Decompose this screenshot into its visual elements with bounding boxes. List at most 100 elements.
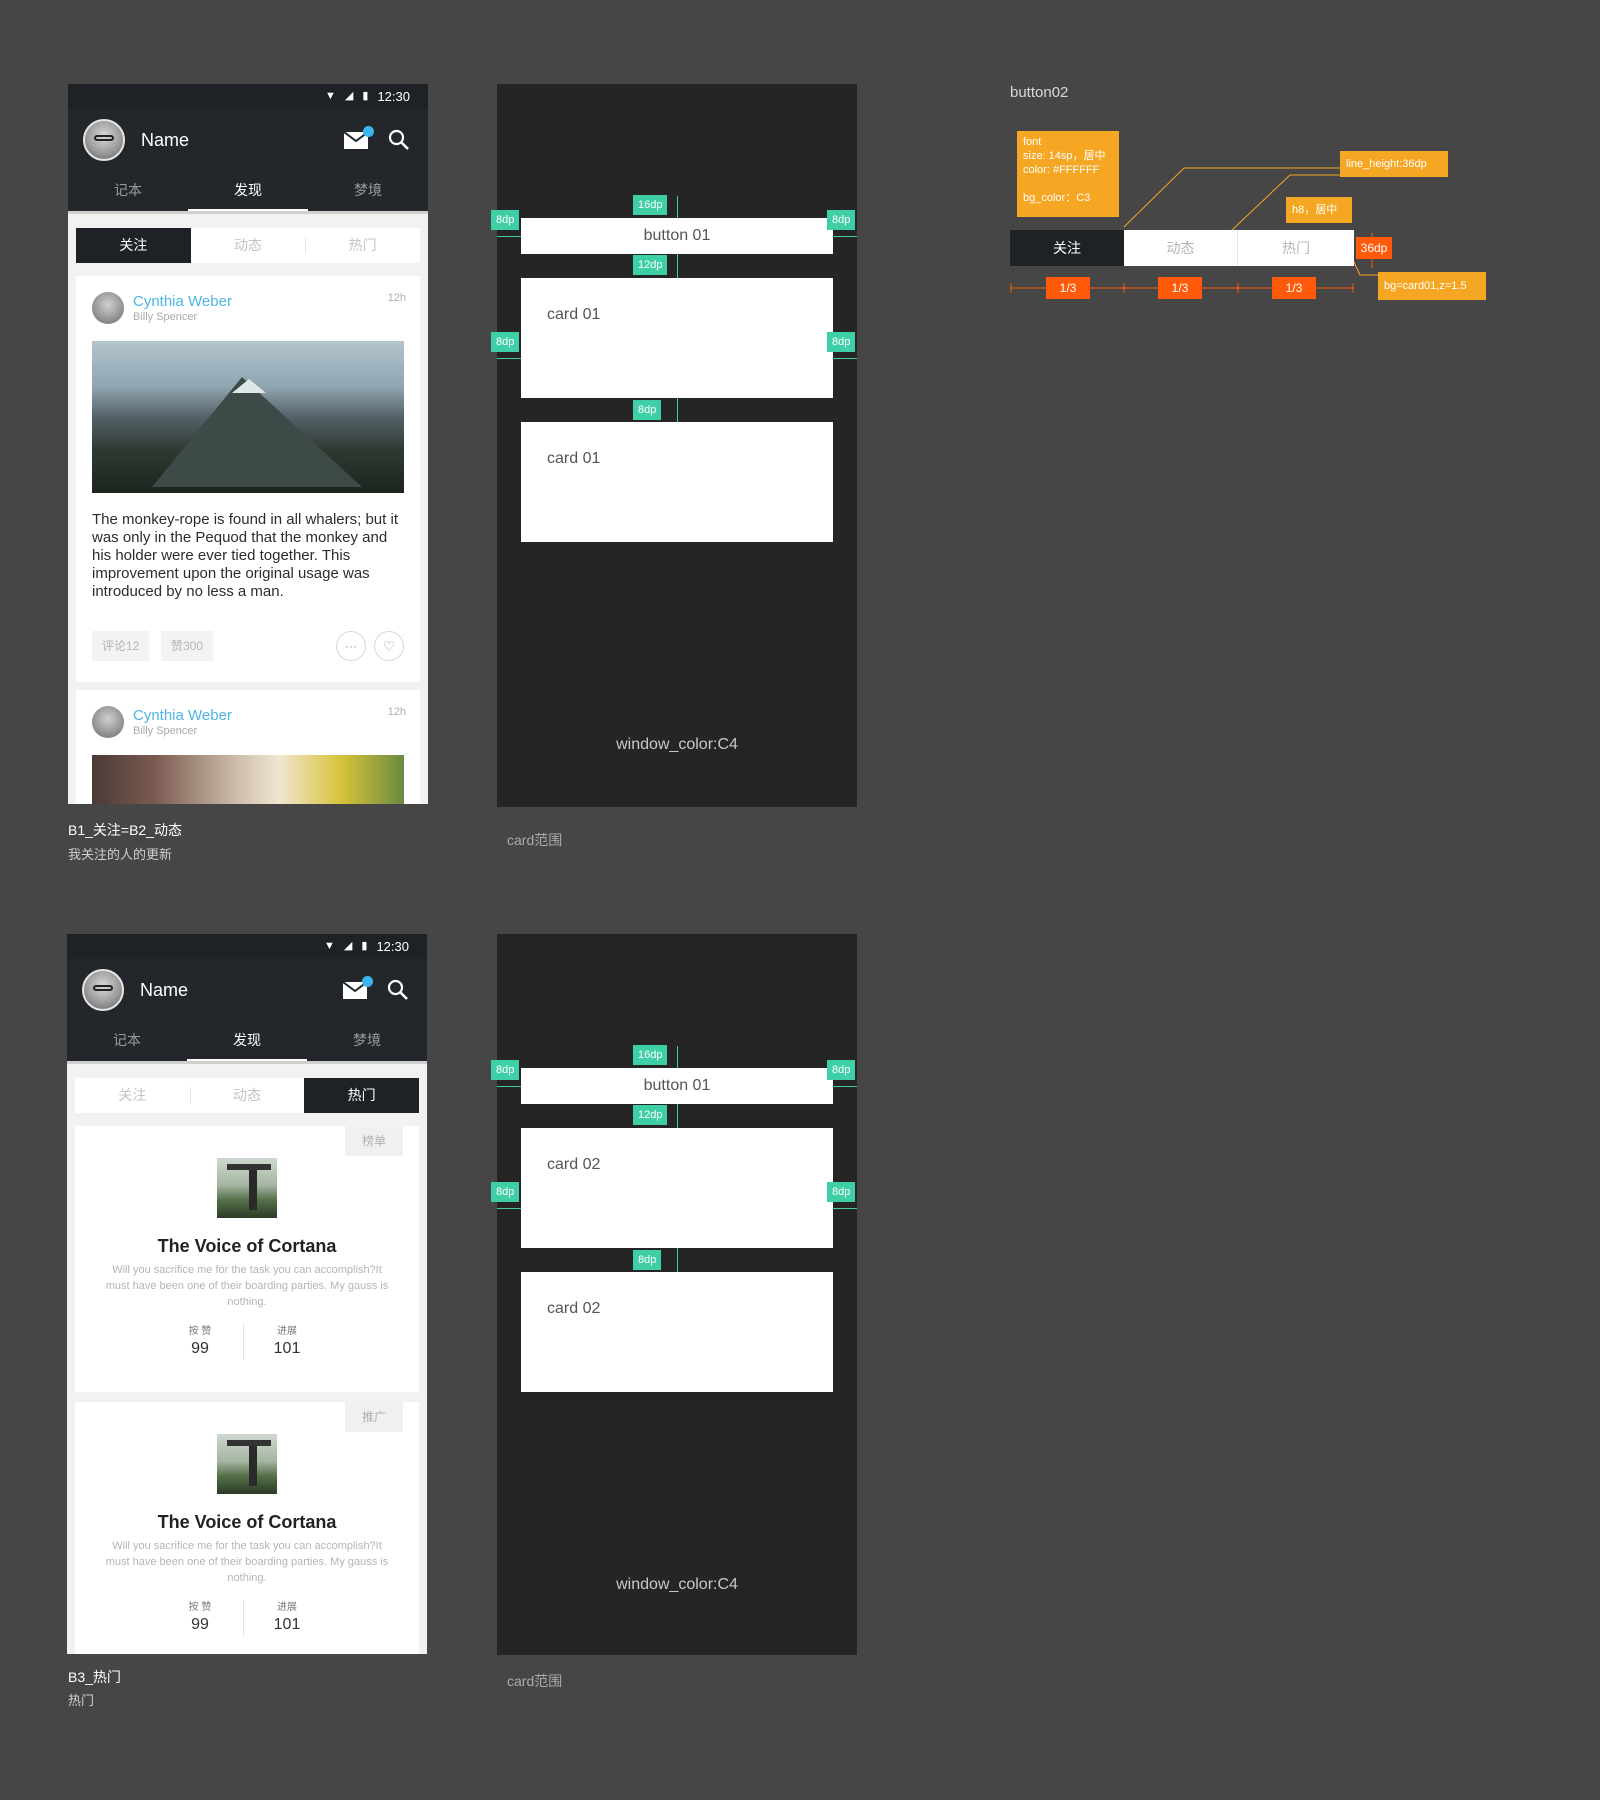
- post-card[interactable]: Cynthia Weber Billy Spencer 12h The monk…: [76, 276, 420, 682]
- post-time: 12h: [387, 706, 406, 718]
- avatar[interactable]: [83, 119, 125, 161]
- spacing-line: [833, 1086, 857, 1087]
- search-icon[interactable]: [388, 129, 410, 151]
- spacing-tag-top: 16dp: [633, 195, 668, 215]
- height-note: 36dp: [1356, 237, 1392, 259]
- spacing-line: [833, 236, 857, 237]
- spacing-line: [497, 1208, 521, 1209]
- tab-dream[interactable]: 梦境: [308, 171, 428, 211]
- stat-progress-label: 进展: [277, 1326, 297, 1337]
- notification-dot: [362, 975, 373, 987]
- comments-button[interactable]: 评论12: [92, 631, 150, 661]
- post-image-flowers[interactable]: [92, 755, 404, 804]
- spacing-tag-right: 8dp: [827, 1060, 856, 1080]
- subtab-follow[interactable]: 关注: [76, 228, 191, 263]
- likes-button[interactable]: 赞300: [161, 631, 214, 661]
- spacing-tag-left: 8dp: [491, 1060, 520, 1080]
- mail-icon[interactable]: [344, 125, 374, 149]
- heart-icon[interactable]: ♡: [374, 631, 404, 661]
- phone-screen-hot: ▼ ◢ ▮ 12:30 Name 记本 发现 梦境 关注 动态 热门 榜单 Th…: [67, 934, 427, 1654]
- line-height-note: line_height:36dp: [1340, 151, 1448, 177]
- subtab-activity[interactable]: 动态: [189, 1078, 305, 1113]
- more-icon[interactable]: ···: [336, 631, 366, 661]
- spacing-line: [677, 1104, 678, 1128]
- button02-seg-hot[interactable]: 热门: [1238, 230, 1354, 266]
- spec-card: card 02: [521, 1128, 833, 1248]
- app-bar: Name: [68, 109, 428, 171]
- signal-icon: ◢: [343, 940, 353, 952]
- card-tag[interactable]: 推广: [345, 1402, 403, 1432]
- screen1-caption-sub: 我关注的人的更新: [68, 847, 173, 862]
- button02-seg-activity[interactable]: 动态: [1124, 230, 1238, 266]
- subtab-activity[interactable]: 动态: [191, 228, 306, 263]
- bg-note: bg=card01,z=1.5: [1378, 272, 1486, 300]
- tab-indicator: [188, 209, 308, 211]
- tab-discover[interactable]: 发现: [187, 1021, 307, 1061]
- post-image-mountain[interactable]: [92, 341, 404, 493]
- spacing-line: [677, 196, 678, 218]
- search-icon[interactable]: [387, 979, 409, 1001]
- author-avatar[interactable]: [92, 706, 124, 738]
- post-time: 12h: [387, 292, 406, 304]
- card-tag[interactable]: 榜单: [345, 1126, 403, 1156]
- battery-icon: ▮: [362, 90, 369, 102]
- button02-seg-follow[interactable]: 关注: [1010, 230, 1124, 266]
- wifi-icon: ▼: [324, 940, 335, 952]
- post-card[interactable]: Cynthia Weber Billy Spencer 12h: [76, 690, 420, 804]
- spacing-line: [497, 236, 521, 237]
- hot-card[interactable]: 推广 The Voice of Cortana Will you sacrifi…: [75, 1402, 419, 1654]
- post-text: The monkey-rope is found in all whalers;…: [92, 511, 398, 600]
- subtab-follow[interactable]: 关注: [75, 1078, 190, 1113]
- font-note-line: font: [1023, 136, 1042, 148]
- user-name: Name: [141, 129, 190, 150]
- mail-icon[interactable]: [343, 975, 373, 999]
- subtab-hot[interactable]: 热门: [305, 228, 420, 263]
- battery-icon: ▮: [361, 940, 368, 952]
- author-name[interactable]: Cynthia Weber: [133, 293, 232, 310]
- spacing-tag-top: 16dp: [633, 1045, 668, 1065]
- author-name[interactable]: Cynthia Weber: [133, 707, 232, 724]
- author-avatar[interactable]: [92, 292, 124, 324]
- status-bar: ▼ ◢ ▮ 12:30: [67, 934, 427, 959]
- tab-notebook[interactable]: 记本: [67, 1021, 187, 1061]
- card-thumbnail[interactable]: [217, 1158, 277, 1218]
- subtab-hot[interactable]: 热门: [304, 1078, 420, 1113]
- fraction-label: 1/3: [1046, 277, 1090, 299]
- spacing-tag-card-card: 8dp: [633, 1250, 662, 1270]
- spacing-tag-right: 8dp: [827, 332, 856, 352]
- card-description: Will you sacrifice me for the task you c…: [105, 1540, 389, 1584]
- spacing-line: [497, 358, 521, 359]
- tab-dream[interactable]: 梦境: [307, 1021, 427, 1061]
- window-color-label: window_color:C4: [616, 1576, 738, 1593]
- spacing-tag-card-card: 8dp: [633, 400, 662, 420]
- stat-progress-value: 101: [273, 1616, 301, 1633]
- window-color-label: window_color:C4: [616, 736, 738, 753]
- stat-progress-value: 101: [273, 1340, 301, 1357]
- main-tabs: 记本 发现 梦境: [68, 171, 428, 214]
- spec-panel-card-range: button 01 card 02 card 02 16dp 12dp 8dp …: [491, 934, 857, 1655]
- stat-likes-label: 按 赞: [188, 1602, 212, 1613]
- author-sub: Billy Spencer: [133, 725, 198, 737]
- sub-tabs: 关注 动态 热门: [75, 1078, 420, 1113]
- status-bar: ▼ ◢ ▮ 12:30: [68, 84, 428, 109]
- spacing-tag-right: 8dp: [827, 1182, 856, 1202]
- tab-discover[interactable]: 发现: [188, 171, 308, 211]
- spec-button: button 01: [521, 1068, 833, 1104]
- h8-note: h8，居中: [1286, 197, 1352, 223]
- font-note-line: size: 14sp，居中: [1023, 150, 1106, 162]
- spacing-tag-left: 8dp: [491, 332, 520, 352]
- screen1-caption-title: B1_关注=B2_动态: [68, 822, 182, 838]
- screen2-caption-sub: 热门: [68, 1693, 95, 1708]
- spacing-line: [833, 1208, 857, 1209]
- card-thumbnail[interactable]: [217, 1434, 277, 1494]
- avatar[interactable]: [82, 969, 124, 1011]
- main-tabs: 记本 发现 梦境: [67, 1021, 427, 1064]
- spacing-tag-button-card: 12dp: [633, 255, 668, 275]
- spacing-tag-left: 8dp: [491, 210, 520, 230]
- sub-tabs: 关注 动态 热门: [76, 228, 420, 263]
- tab-notebook[interactable]: 记本: [68, 171, 188, 211]
- hot-card[interactable]: 榜单 The Voice of Cortana Will you sacrifi…: [75, 1126, 419, 1392]
- font-note-line: color: #FFFFFF: [1023, 164, 1100, 176]
- spacing-line: [497, 1086, 521, 1087]
- font-spec-note: font size: 14sp，居中 color: #FFFFFF bg_col…: [1017, 131, 1119, 217]
